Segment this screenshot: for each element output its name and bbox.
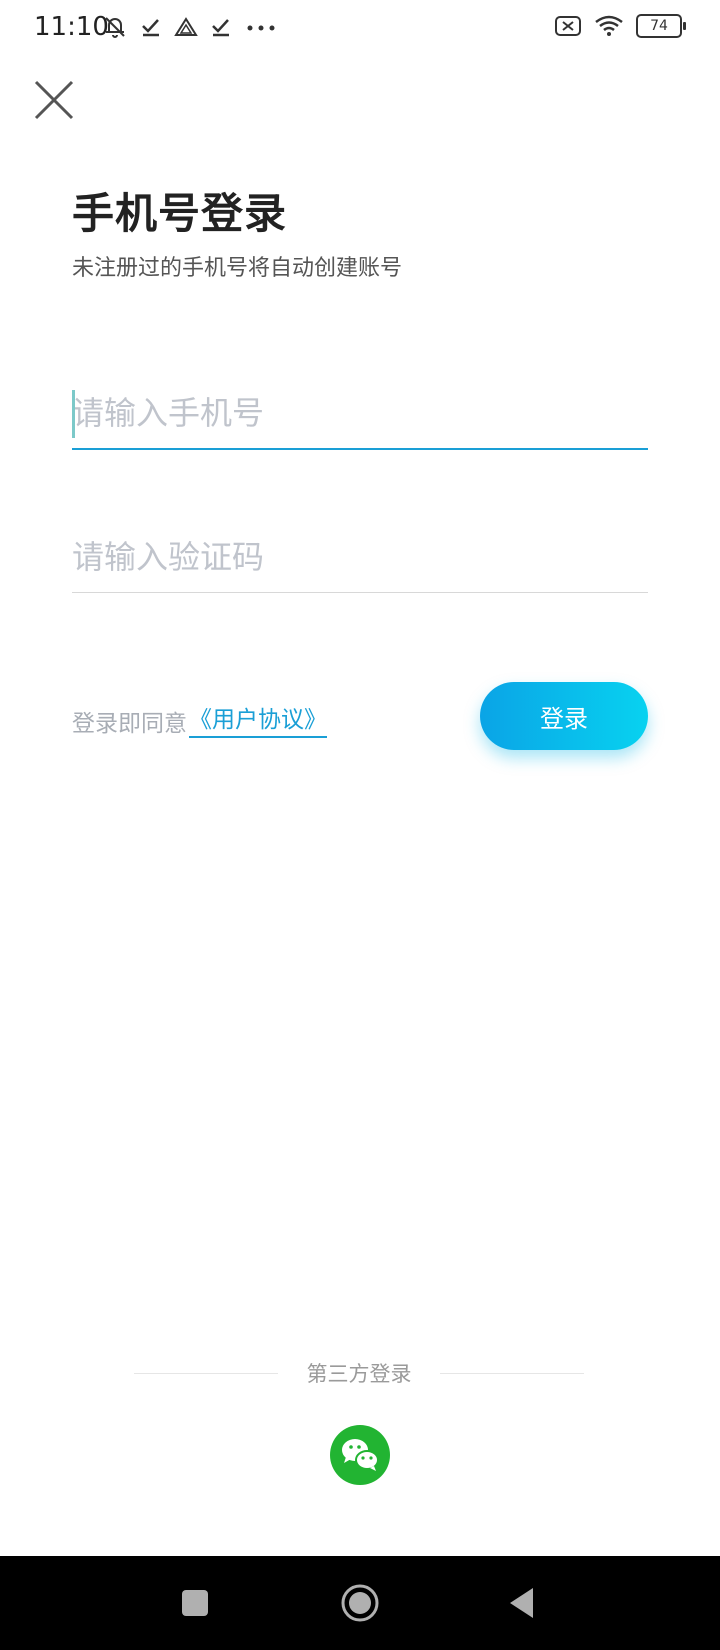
third-party-divider: 第三方登录 [134, 1358, 584, 1388]
code-input[interactable] [72, 522, 648, 592]
check-icon [142, 19, 159, 37]
close-icon [34, 80, 74, 120]
more-icon [247, 25, 275, 31]
status-right-icons: 74 [554, 14, 686, 38]
navigation-bar [0, 1556, 720, 1650]
check-icon [212, 19, 229, 37]
battery-icon: 74 [636, 14, 686, 38]
status-bar: 11:10 74 [0, 0, 720, 56]
page-title: 手机号登录 [72, 189, 288, 238]
wechat-icon [342, 1439, 379, 1471]
wifi-icon [595, 15, 623, 36]
home-button[interactable] [320, 1556, 400, 1650]
close-button[interactable] [30, 76, 78, 124]
divider-line-right [440, 1373, 584, 1374]
page-subtitle: 未注册过的手机号将自动创建账号 [72, 256, 403, 281]
user-agreement-link[interactable]: 《用户协议》 [189, 700, 327, 738]
sim-error-icon [555, 16, 581, 36]
home-icon [341, 1584, 379, 1622]
mute-bell-icon [105, 17, 125, 38]
login-button[interactable]: 登录 [480, 682, 648, 750]
recents-icon [182, 1590, 208, 1616]
status-left-icons [102, 14, 278, 40]
phone-field [72, 378, 648, 450]
code-field [72, 522, 648, 593]
back-icon [510, 1588, 533, 1618]
text-caret [72, 390, 75, 438]
back-button[interactable] [482, 1556, 562, 1650]
agreement-prefix: 登录即同意 [72, 711, 187, 737]
agreement-text: 登录即同意 《用户协议》 [72, 700, 327, 738]
status-time: 11:10 [34, 12, 109, 42]
recents-button[interactable] [155, 1556, 235, 1650]
wechat-login-button[interactable] [330, 1425, 390, 1485]
phone-input[interactable] [72, 378, 648, 448]
battery-level: 74 [650, 18, 668, 34]
drive-icon [174, 17, 198, 36]
